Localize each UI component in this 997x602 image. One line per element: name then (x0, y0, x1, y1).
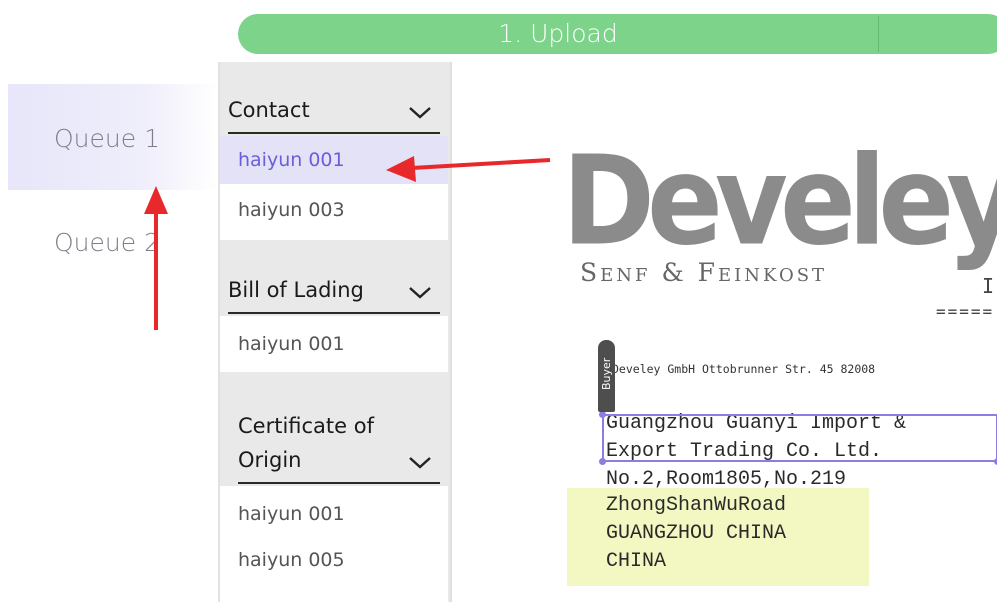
chevron-down-icon[interactable] (408, 456, 432, 470)
address-line: CHINA (606, 550, 667, 573)
group-header-certificate-of-origin[interactable]: Certificate of Origin (238, 404, 440, 484)
progress-step-upload[interactable]: 1. Upload (238, 14, 878, 54)
address-line: No.2,Room1805,No.219 (606, 468, 847, 491)
document-header-text: I (982, 274, 995, 298)
queue-item-2[interactable]: Queue 2 (8, 215, 218, 271)
company-logo: Develey (562, 130, 997, 274)
group-title: Certificate of Origin (238, 414, 374, 472)
list-item[interactable]: haiyun 001 (220, 136, 448, 184)
group-header-bill-of-lading[interactable]: Bill of Lading (228, 270, 440, 314)
group-header-contact[interactable]: Contact (228, 90, 440, 134)
progress-divider (878, 16, 879, 52)
buyer-tag-label: Buyer (600, 357, 613, 390)
resize-handle[interactable] (599, 411, 606, 418)
group-items-bill-of-lading: haiyun 001 (220, 316, 448, 372)
buyer-bounding-box[interactable] (602, 414, 997, 462)
address-line: GUANGZHOU CHINA (606, 522, 787, 545)
document-viewer[interactable]: Develey Senf & Feinkost I ===== Develey … (450, 62, 997, 602)
list-item[interactable]: haiyun 001 (220, 490, 448, 538)
logo-tagline: Senf & Feinkost (580, 258, 828, 287)
queue-item-1[interactable]: Queue 1 (8, 84, 218, 190)
document-sidebar: Contact haiyun 001 haiyun 003 Bill of La… (218, 62, 450, 602)
progress-bar: 1. Upload (238, 14, 997, 54)
queue-panel: Queue 1 Queue 2 (0, 0, 218, 602)
group-title: Bill of Lading (228, 278, 364, 302)
chevron-down-icon[interactable] (408, 286, 432, 300)
group-items-certificate-of-origin: haiyun 001 haiyun 005 (220, 486, 448, 602)
document-header-rule: ===== (936, 302, 995, 321)
address-line: ZhongShanWuRoad (606, 494, 787, 517)
buyer-field-tag[interactable]: Buyer (598, 340, 615, 412)
list-item[interactable]: haiyun 001 (220, 320, 448, 368)
list-item[interactable]: haiyun 003 (220, 186, 448, 234)
list-item[interactable]: haiyun 005 (220, 536, 448, 584)
resize-handle[interactable] (599, 458, 606, 465)
group-items-contact: haiyun 001 haiyun 003 (220, 136, 448, 240)
sender-line: Develey GmbH Ottobrunner Str. 45 82008 (612, 362, 876, 376)
group-title: Contact (228, 98, 310, 122)
chevron-down-icon[interactable] (408, 106, 432, 120)
